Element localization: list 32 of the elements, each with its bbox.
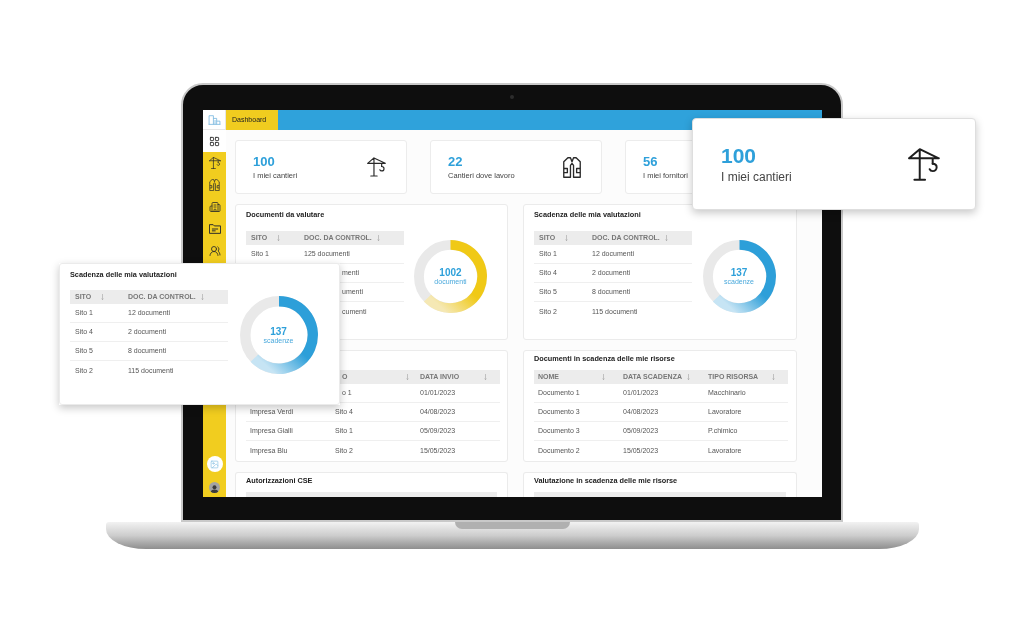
image-icon[interactable]: [206, 456, 223, 472]
donut-value: 137: [730, 266, 748, 278]
folder-icon: [208, 224, 221, 234]
avatar-icon[interactable]: [209, 482, 220, 493]
arrow-down-icon[interactable]: [201, 294, 204, 300]
crane-icon: [908, 147, 940, 181]
users-icon: [208, 245, 221, 257]
arrow-down-icon[interactable]: [101, 294, 104, 300]
vest-icon: [209, 179, 220, 191]
arrow-down-icon[interactable]: [277, 235, 280, 241]
arrow-down-icon[interactable]: [772, 374, 775, 380]
stat-value: 56: [643, 154, 659, 169]
arrow-down-icon[interactable]: [484, 374, 487, 380]
stat-value: 100: [721, 144, 758, 167]
donut-value: 137: [270, 325, 287, 337]
arrow-down-icon[interactable]: [665, 235, 668, 241]
arrow-down-icon[interactable]: [406, 374, 409, 380]
stat-value: 22: [448, 154, 464, 169]
grid-icon: [209, 135, 220, 147]
arrow-down-icon[interactable]: [565, 235, 568, 241]
crane-icon: [367, 157, 386, 177]
crane-icon: [208, 157, 221, 169]
arrow-down-icon[interactable]: [687, 374, 690, 380]
arrow-down-icon[interactable]: [377, 235, 380, 241]
buildings-icon: [208, 201, 221, 213]
logo-icon: [203, 110, 226, 130]
arrow-down-icon[interactable]: [602, 374, 605, 380]
donut-value: 1002: [439, 266, 462, 278]
sidebar-item[interactable]: [203, 130, 226, 152]
stat-value: 100: [253, 154, 276, 169]
vest-icon: [563, 156, 581, 178]
stat-label: I miei cantieri: [721, 169, 792, 184]
